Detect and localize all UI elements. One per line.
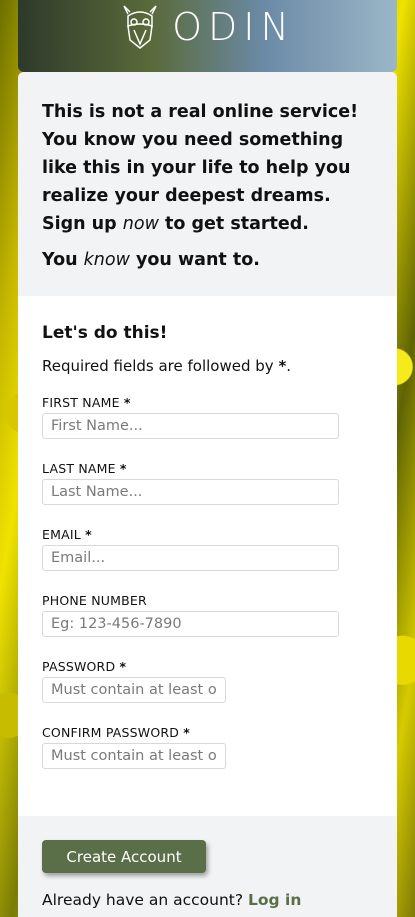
email-field: EMAIL * bbox=[42, 527, 373, 571]
viking-helmet-icon bbox=[123, 5, 157, 49]
form-footer: Create Account Already have an account? … bbox=[18, 816, 397, 917]
intro-paragraph: This is not a real online service! You k… bbox=[42, 102, 359, 234]
login-link[interactable]: Log in bbox=[248, 891, 301, 909]
brand-name: ODIN bbox=[172, 5, 295, 49]
last-name-field: LAST NAME * bbox=[42, 461, 373, 505]
last-name-label: LAST NAME * bbox=[42, 461, 127, 476]
phone-label: PHONE NUMBER bbox=[42, 593, 147, 608]
last-name-input[interactable] bbox=[42, 479, 339, 505]
phone-field: PHONE NUMBER bbox=[42, 593, 373, 637]
signup-panel: This is not a real online service! You k… bbox=[18, 72, 397, 917]
hero-banner: ODIN bbox=[18, 0, 397, 72]
email-label: EMAIL * bbox=[42, 527, 92, 542]
first-name-field: FIRST NAME * bbox=[42, 395, 373, 439]
confirm-password-field: CONFIRM PASSWORD * bbox=[42, 725, 373, 769]
password-input[interactable] bbox=[42, 677, 226, 703]
login-prompt: Already have an account? Log in bbox=[42, 891, 302, 909]
password-field: PASSWORD * bbox=[42, 659, 373, 703]
form-title: Let's do this! bbox=[42, 323, 168, 343]
required-note: Required fields are followed by *. bbox=[42, 357, 292, 375]
password-label: PASSWORD * bbox=[42, 659, 127, 674]
first-name-input[interactable] bbox=[42, 413, 339, 439]
phone-input[interactable] bbox=[42, 611, 339, 637]
email-input[interactable] bbox=[42, 545, 339, 571]
confirm-password-label: CONFIRM PASSWORD * bbox=[42, 725, 191, 740]
signup-form: Let's do this! Required fields are follo… bbox=[18, 296, 397, 816]
logo: ODIN bbox=[120, 4, 295, 50]
intro-section: This is not a real online service! You k… bbox=[18, 72, 397, 296]
create-account-button[interactable]: Create Account bbox=[42, 840, 206, 873]
confirm-password-input[interactable] bbox=[42, 743, 226, 769]
intro-tagline: You know you want to. bbox=[42, 250, 260, 270]
first-name-label: FIRST NAME * bbox=[42, 395, 131, 410]
